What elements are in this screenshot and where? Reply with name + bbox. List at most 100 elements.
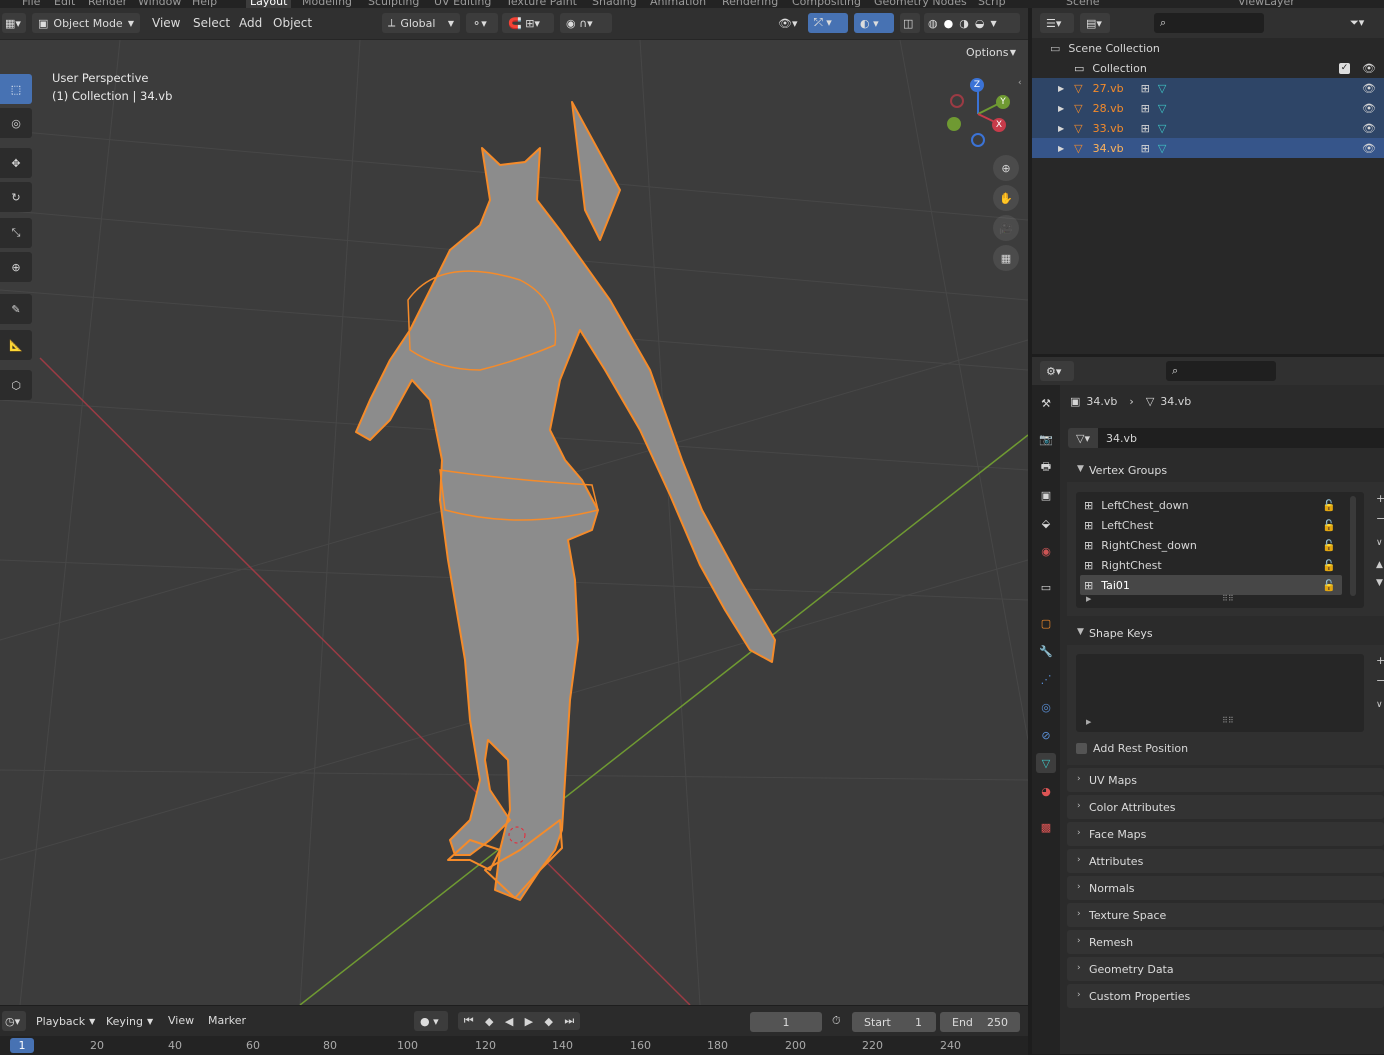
list-filter-arrow-icon[interactable]: ▶ — [1086, 718, 1091, 726]
normals-panel[interactable]: › Normals — [1067, 876, 1384, 900]
workspace-tab-scripting[interactable]: Scrip — [978, 0, 1006, 8]
solid-shading-icon[interactable]: ● — [944, 17, 954, 30]
lock-icon[interactable]: 🔓 — [1322, 539, 1336, 552]
next-keyframe-icon[interactable]: ◆ — [545, 1015, 553, 1028]
vertex-groups-panel-header[interactable]: ▼ Vertex Groups — [1067, 458, 1384, 482]
add-rest-position-checkbox[interactable]: Add Rest Position — [1076, 740, 1188, 756]
workspace-tab-sculpting[interactable]: Sculpting — [368, 0, 419, 8]
end-frame-field[interactable]: End 250 — [940, 1012, 1020, 1032]
eye-icon[interactable]: 👁 — [1362, 142, 1376, 155]
move-tool[interactable]: ✥ — [0, 148, 32, 178]
workspace-tab-rendering[interactable]: Rendering — [722, 0, 778, 8]
outliner-object-row[interactable]: ▶ ▽ 33.vb ⊞ ▽ 👁 — [1032, 118, 1384, 138]
workspace-tab-shading[interactable]: Shading — [592, 0, 637, 8]
character-mesh[interactable] — [355, 101, 776, 901]
pan-button[interactable]: ✋ — [993, 185, 1019, 211]
particles-tab[interactable]: ⋰ — [1036, 669, 1056, 689]
visibility-dropdown[interactable]: 👁▾ — [772, 13, 804, 33]
filter-dropdown[interactable]: ⏷▾ — [1344, 13, 1378, 33]
texture-tab[interactable]: ▩ — [1036, 817, 1056, 837]
menu-help[interactable]: Help — [192, 0, 217, 8]
menu-render[interactable]: Render — [88, 0, 127, 8]
lock-icon[interactable]: 🔓 — [1322, 559, 1336, 572]
auto-keying-toggle[interactable]: ● ▾ — [414, 1011, 448, 1031]
measure-tool[interactable]: 📐 — [0, 330, 32, 360]
keying-menu[interactable]: Keying ▼ — [100, 1011, 158, 1031]
3d-viewport[interactable]: ⬚ ◎ ✥ ↻ ⤡ ⊕ ✎ 📐 ⬡ User Perspective (1) C… — [0, 40, 1028, 1005]
timeline-menu-marker[interactable]: Marker — [208, 1014, 246, 1027]
scene-selector[interactable]: Scene — [1066, 0, 1100, 8]
outliner-editor-type[interactable]: ☰▾ — [1040, 13, 1074, 33]
face-maps-panel[interactable]: › Face Maps — [1067, 822, 1384, 846]
constraints-tab[interactable]: ⊘ — [1036, 725, 1056, 745]
scale-tool[interactable]: ⤡ — [0, 218, 32, 248]
options-dropdown[interactable]: Options ▼ — [960, 42, 1022, 62]
menu-file[interactable]: File — [22, 0, 40, 8]
mesh-browse-icon[interactable]: ▽▾ — [1068, 428, 1098, 448]
wireframe-shading-icon[interactable]: ◍ — [928, 17, 938, 30]
select-box-tool[interactable]: ⬚ — [0, 74, 32, 104]
view-layer-selector[interactable]: ViewLayer — [1238, 0, 1295, 8]
annotate-tool[interactable]: ✎ — [0, 294, 32, 324]
navigation-gizmo[interactable]: Z Y X — [940, 76, 1016, 152]
vertex-group-item[interactable]: ⊞ LeftChest 🔓 — [1080, 515, 1342, 535]
add-vertex-group-button[interactable]: + — [1376, 492, 1384, 505]
outliner-object-row[interactable]: ▶ ▽ 28.vb ⊞ ▽ 👁 — [1032, 98, 1384, 118]
gizmo-z-label[interactable]: Z — [970, 78, 984, 92]
breadcrumb-object[interactable]: 34.vb — [1086, 395, 1117, 408]
breadcrumb-data[interactable]: 34.vb — [1160, 395, 1191, 408]
mesh-name-field[interactable]: 34.vb — [1098, 428, 1384, 448]
shape-keys-panel-header[interactable]: ▼ Shape Keys — [1067, 621, 1384, 645]
zoom-button[interactable]: ⊕ — [993, 155, 1019, 181]
lock-icon[interactable]: 🔓 — [1322, 519, 1336, 532]
transform-tool[interactable]: ⊕ — [0, 252, 32, 282]
expand-arrow-icon[interactable]: ▶ — [1058, 124, 1064, 133]
workspace-tab-uv-editing[interactable]: UV Editing — [434, 0, 491, 8]
jump-end-icon[interactable]: ⏭ — [564, 1014, 574, 1028]
scene-tab[interactable]: ⬙ — [1036, 513, 1056, 533]
shading-buttons[interactable]: ◍ ● ◑ ◒ ▼ — [924, 13, 1020, 33]
vertex-group-item-active[interactable]: ⊞ Tai01 🔓 — [1080, 575, 1342, 595]
jump-start-icon[interactable]: ⏮ — [464, 1014, 474, 1028]
color-attributes-panel[interactable]: › Color Attributes — [1067, 795, 1384, 819]
perspective-toggle-button[interactable]: ▦ — [993, 245, 1019, 271]
viewport-menu-add[interactable]: Add — [239, 16, 262, 30]
viewport-menu-select[interactable]: Select — [193, 16, 230, 30]
move-down-icon[interactable]: ▼ — [1376, 578, 1383, 588]
add-shape-key-button[interactable]: + — [1376, 654, 1384, 667]
gizmo-toggle[interactable]: ⤱ ▾ — [808, 13, 848, 33]
outliner-scene-collection[interactable]: ▭ Scene Collection — [1032, 38, 1384, 58]
lock-icon[interactable]: 🔓 — [1322, 499, 1336, 512]
object-tab[interactable]: ▢ — [1036, 613, 1056, 633]
uv-maps-panel[interactable]: › UV Maps — [1067, 768, 1384, 792]
snap-toggle[interactable]: 🧲 ⊞▾ — [502, 13, 554, 33]
playhead[interactable]: 1 — [10, 1038, 34, 1053]
eye-icon[interactable]: 👁 — [1362, 62, 1376, 75]
menu-edit[interactable]: Edit — [54, 0, 75, 8]
timeline-menu-view[interactable]: View — [168, 1014, 194, 1027]
remesh-panel[interactable]: › Remesh — [1067, 930, 1384, 954]
move-up-icon[interactable]: ▲ — [1376, 560, 1383, 570]
outliner-collection[interactable]: ▭ Collection ✓ 👁 — [1032, 58, 1384, 78]
resize-handle-icon[interactable]: ⠿⠿ — [1222, 594, 1234, 603]
gizmo-x-label[interactable]: X — [992, 118, 1006, 132]
vertex-group-item[interactable]: ⊞ RightChest 🔓 — [1080, 555, 1342, 575]
expand-arrow-icon[interactable]: ▶ — [1058, 104, 1064, 113]
attributes-panel[interactable]: › Attributes — [1067, 849, 1384, 873]
checkbox-box[interactable] — [1076, 742, 1087, 754]
collection-checkbox[interactable]: ✓ — [1339, 62, 1351, 74]
collection-tab[interactable]: ▭ — [1036, 577, 1056, 597]
workspace-tab-modeling[interactable]: Modeling — [302, 0, 352, 8]
pivot-point-dropdown[interactable]: ⚬▾ — [466, 13, 498, 33]
custom-properties-panel[interactable]: › Custom Properties — [1067, 984, 1384, 1008]
chevron-down-icon[interactable]: ∨ — [1376, 700, 1383, 710]
playback-menu[interactable]: Playback ▼ — [30, 1011, 98, 1031]
sidebar-toggle-icon[interactable]: ‹ — [1018, 78, 1022, 88]
eye-icon[interactable]: 👁 — [1362, 102, 1376, 115]
physics-tab[interactable]: ◎ — [1036, 697, 1056, 717]
start-frame-field[interactable]: Start 1 — [852, 1012, 936, 1032]
workspace-tab-layout[interactable]: Layout — [246, 0, 292, 8]
material-tab[interactable]: ◕ — [1036, 781, 1056, 801]
resize-handle-icon[interactable]: ⠿⠿ — [1222, 716, 1234, 725]
frame-ruler[interactable]: 1 20 40 60 80 100 120 140 160 180 200 22… — [0, 1036, 1028, 1055]
